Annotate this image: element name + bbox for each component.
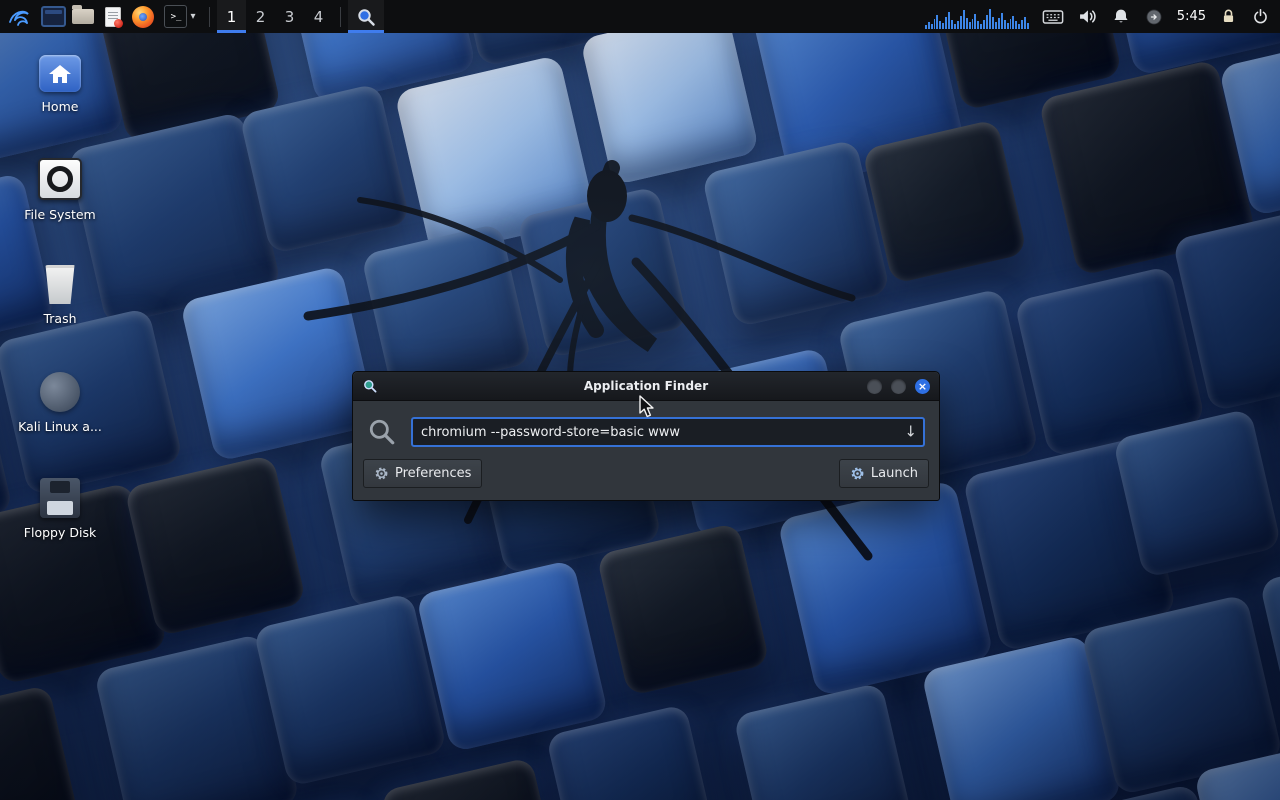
launcher-window-app[interactable] bbox=[38, 0, 68, 33]
launcher-file-manager[interactable] bbox=[68, 0, 98, 33]
maximize-button[interactable] bbox=[891, 379, 906, 394]
desktop-icon-floppy-disk[interactable]: Floppy Disk bbox=[14, 478, 106, 540]
minimize-button[interactable] bbox=[867, 379, 882, 394]
tray-circle-icon bbox=[1144, 7, 1164, 27]
window-title: Application Finder bbox=[353, 379, 939, 393]
desktop-icon-home[interactable]: Home bbox=[14, 55, 106, 114]
window-app-icon bbox=[41, 6, 66, 27]
taskbar-application-finder[interactable] bbox=[348, 0, 384, 33]
workspace-4[interactable]: 4 bbox=[304, 0, 333, 33]
floppy-disk-icon bbox=[40, 478, 80, 518]
power-icon bbox=[1251, 7, 1270, 26]
desktop-icon-label: Trash bbox=[43, 311, 76, 326]
application-finder-window: Application Finder × ↓ bbox=[352, 371, 940, 501]
text-editor-icon bbox=[105, 7, 121, 27]
workspace-2[interactable]: 2 bbox=[246, 0, 275, 33]
launcher-text-editor[interactable] bbox=[98, 0, 128, 33]
workspace-3[interactable]: 3 bbox=[275, 0, 304, 33]
desktop-stage: Home File System Trash Kali Linux a... F… bbox=[0, 0, 1280, 800]
command-combo: ↓ bbox=[411, 417, 925, 447]
desktop-icon-trash[interactable]: Trash bbox=[14, 265, 106, 326]
preferences-button[interactable]: Preferences bbox=[363, 459, 482, 488]
applications-menu-button[interactable] bbox=[0, 0, 38, 33]
trash-icon bbox=[44, 265, 77, 304]
close-button[interactable]: × bbox=[915, 379, 930, 394]
kali-disc-icon bbox=[40, 372, 80, 412]
launch-label: Launch bbox=[871, 466, 918, 481]
launcher-firefox[interactable] bbox=[128, 0, 158, 33]
workspace-1[interactable]: 1 bbox=[217, 0, 246, 33]
panel-separator bbox=[340, 7, 341, 27]
audio-spectrum-visualizer bbox=[925, 5, 1029, 29]
panel-separator bbox=[209, 7, 210, 27]
terminal-prompt-glyph: >_ bbox=[171, 12, 182, 22]
gear-icon bbox=[374, 466, 389, 481]
panel-status-area: 5:45 bbox=[925, 0, 1280, 33]
kali-menu-icon bbox=[7, 5, 31, 29]
keyboard-layout-indicator[interactable] bbox=[1042, 0, 1064, 33]
tray-app-indicator[interactable] bbox=[1144, 0, 1164, 33]
launcher-dropdown-icon[interactable]: ▾ bbox=[190, 12, 195, 22]
keyboard-icon bbox=[1042, 6, 1064, 28]
launch-button[interactable]: Launch bbox=[839, 459, 929, 488]
desktop-icon-label: Kali Linux a... bbox=[18, 419, 102, 434]
terminal-icon: >_ bbox=[164, 5, 187, 28]
panel-clock[interactable]: 5:45 bbox=[1177, 9, 1206, 24]
top-panel: >_ ▾ 1 2 3 4 bbox=[0, 0, 1280, 33]
search-row: ↓ bbox=[353, 401, 939, 447]
firefox-icon bbox=[132, 6, 154, 28]
application-finder-icon bbox=[362, 378, 378, 394]
desktop-icon-label: Floppy Disk bbox=[24, 525, 96, 540]
desktop-icon-file-system[interactable]: File System bbox=[14, 158, 106, 222]
launcher-terminal[interactable]: >_ ▾ bbox=[158, 0, 202, 33]
notifications-indicator[interactable] bbox=[1111, 0, 1131, 33]
launch-gear-icon bbox=[850, 466, 865, 481]
application-finder-task-icon bbox=[356, 7, 376, 27]
search-input[interactable] bbox=[411, 417, 925, 447]
logout-button[interactable] bbox=[1251, 0, 1270, 33]
desktop-icon-label: File System bbox=[24, 207, 96, 222]
lock-icon bbox=[1219, 7, 1238, 26]
bell-icon bbox=[1111, 7, 1131, 27]
window-controls: × bbox=[867, 379, 930, 394]
screen-lock-button[interactable] bbox=[1219, 0, 1238, 33]
speaker-icon bbox=[1077, 6, 1098, 27]
search-icon bbox=[367, 417, 397, 447]
desktop-icon-label: Home bbox=[42, 99, 79, 114]
window-titlebar[interactable]: Application Finder × bbox=[353, 372, 939, 401]
volume-control[interactable] bbox=[1077, 0, 1098, 33]
preferences-label: Preferences bbox=[395, 466, 471, 481]
home-icon bbox=[39, 55, 81, 92]
finder-button-row: Preferences Launch bbox=[353, 447, 939, 500]
desktop-icon-kali-linux[interactable]: Kali Linux a... bbox=[14, 372, 106, 434]
file-system-icon bbox=[38, 158, 82, 200]
file-manager-icon bbox=[72, 9, 94, 24]
workspace-switcher: 1 2 3 4 bbox=[217, 0, 333, 33]
